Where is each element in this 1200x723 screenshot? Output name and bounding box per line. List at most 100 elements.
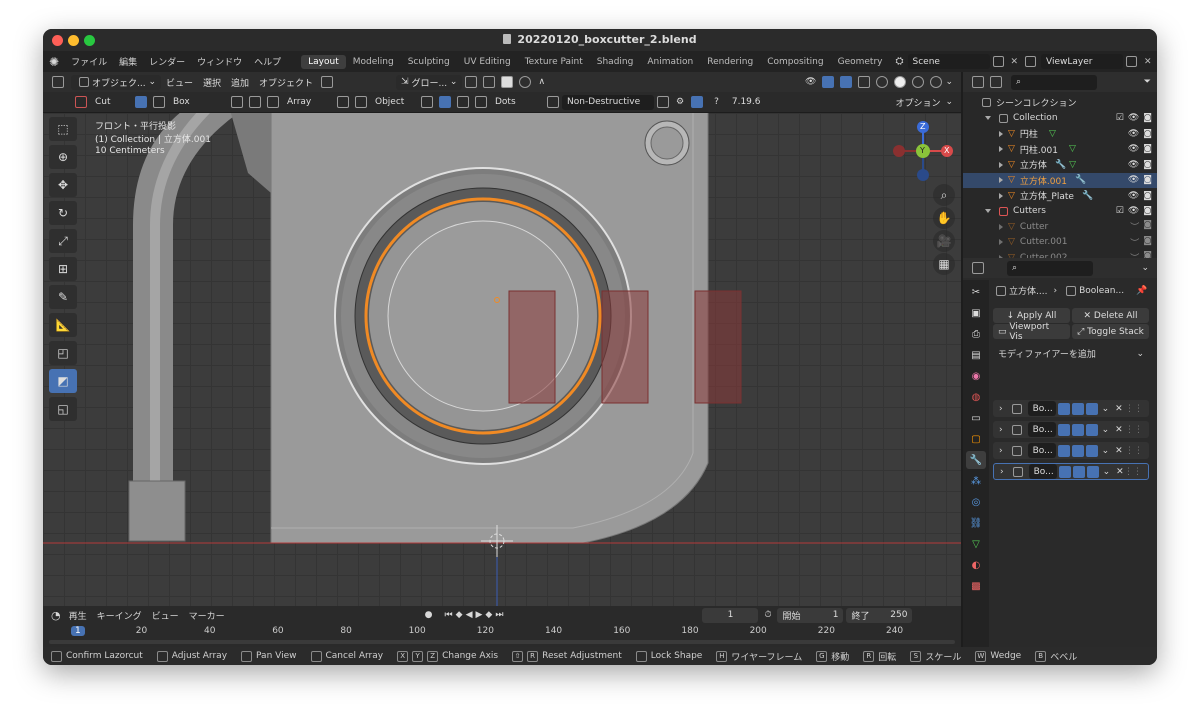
help-icon[interactable]: ? <box>714 97 719 107</box>
expand-chevron-icon[interactable]: › <box>1000 467 1004 477</box>
material-tab-icon[interactable]: ◐ <box>966 556 986 574</box>
snap-target-icon[interactable] <box>501 76 514 88</box>
marker-menu[interactable]: マーカー <box>189 609 225 622</box>
physics-tab-icon[interactable]: ◎ <box>966 493 986 511</box>
expand-icon[interactable] <box>999 239 1003 246</box>
scene-tab-icon[interactable]: ◉ <box>966 367 986 385</box>
collection-tab-icon[interactable]: ▭ <box>966 409 986 427</box>
apply-icon[interactable] <box>657 96 669 108</box>
eye-icon[interactable]: 👁 <box>1128 191 1139 201</box>
menu-edit[interactable]: 編集 <box>119 55 137 68</box>
pin-icon[interactable]: 📌 <box>1136 286 1147 296</box>
tab-animation[interactable]: Animation <box>640 55 700 69</box>
remove-modifier-icon[interactable]: ✕ <box>1115 425 1123 435</box>
modifier-panel[interactable]: › Bo... ⌄ ✕ ⋮⋮ <box>993 463 1149 480</box>
timeline-view-menu[interactable]: ビュー <box>152 609 179 622</box>
zoom-icon[interactable]: ⌕ <box>933 184 955 206</box>
modifier-menu-icon[interactable]: ⌄ <box>1102 446 1110 456</box>
knife-icon[interactable] <box>135 96 147 108</box>
render-camera-icon[interactable]: ◙ <box>1143 175 1152 185</box>
shape-selector[interactable]: Box <box>168 94 228 110</box>
expand-chevron-icon[interactable]: › <box>999 425 1003 435</box>
eye-icon[interactable]: 👁 <box>1128 206 1139 216</box>
outliner-object-row[interactable]: ▽ 円柱 ▽ 👁 ◙ <box>963 126 1157 142</box>
properties-options-icon[interactable]: ⌄ <box>1141 263 1149 273</box>
expand-icon[interactable] <box>999 161 1003 168</box>
render-camera-icon[interactable]: ◙ <box>1143 160 1152 170</box>
expand-icon[interactable] <box>999 192 1003 199</box>
collection-row[interactable]: Collection ☑ 👁 ◙ <box>963 111 1157 127</box>
drag-handle-icon[interactable]: ⋮⋮ <box>1125 425 1143 435</box>
settings-gear-icon[interactable]: ⚙ <box>676 97 684 107</box>
expand-icon[interactable] <box>985 116 991 121</box>
dots-selector[interactable]: Dots <box>490 94 544 110</box>
output-tab-icon[interactable]: ⎙ <box>966 325 986 343</box>
constraints-tab-icon[interactable]: ⛓ <box>966 514 986 532</box>
pan-hand-icon[interactable]: ✋ <box>933 207 955 229</box>
outliner-editor-icon[interactable] <box>972 76 984 88</box>
mode-selector[interactable]: オブジェク... ⌄ <box>71 74 161 90</box>
expand-icon[interactable] <box>999 130 1003 137</box>
mode-dropdown[interactable]: Non-Destructive <box>562 94 654 110</box>
grid-toggle-icon[interactable]: ▦ <box>933 253 955 275</box>
new-scene-icon[interactable] <box>992 56 1004 67</box>
expand-icon[interactable] <box>999 146 1003 153</box>
row-toggles[interactable]: ︶◙ <box>1130 236 1152 249</box>
drag-handle-icon[interactable]: ⋮⋮ <box>1125 404 1143 414</box>
render-camera-icon[interactable]: ◙ <box>1143 206 1152 216</box>
row-toggles[interactable]: 👁 ◙ <box>1128 175 1152 185</box>
object-tab-icon[interactable]: ▢ <box>966 430 986 448</box>
minimize-window-button[interactable] <box>68 35 79 46</box>
remove-scene-icon[interactable]: ✕ <box>1011 57 1019 67</box>
scene-collection-row[interactable]: シーンコレクション <box>963 95 1157 111</box>
tab-layout[interactable]: Layout <box>301 54 346 69</box>
origin-object-selector[interactable]: Object <box>370 94 418 110</box>
row-toggles[interactable]: 👁 ◙ <box>1128 129 1152 139</box>
remove-modifier-icon[interactable]: ✕ <box>1115 446 1123 456</box>
eye-icon[interactable]: 👁 <box>1128 144 1139 154</box>
render-camera-icon[interactable]: ◙ <box>1143 191 1152 201</box>
render-camera-icon[interactable]: ◙ <box>1143 236 1152 249</box>
drag-handle-icon[interactable]: ⋮⋮ <box>1125 446 1143 456</box>
row-toggles[interactable]: 👁 ◙ <box>1128 191 1152 201</box>
tab-texture-paint[interactable]: Texture Paint <box>518 55 590 69</box>
origin-icon[interactable] <box>249 96 261 108</box>
shading-material-icon[interactable] <box>912 76 925 88</box>
render-toggle-icon[interactable] <box>1085 402 1098 415</box>
tab-rendering[interactable]: Rendering <box>700 55 760 69</box>
row-toggles[interactable]: ☑ 👁 ◙ <box>1116 206 1152 216</box>
frame-ruler[interactable]: 1 20 40 60 80 100 120 140 160 180 200 220 240 <box>43 626 961 638</box>
view-layer-icon[interactable] <box>1025 56 1037 67</box>
zoom-window-button[interactable] <box>84 35 95 46</box>
modifier-menu-icon[interactable]: ⌄ <box>1102 404 1110 414</box>
shading-rendered-icon[interactable] <box>930 76 943 88</box>
render-camera-icon[interactable]: ◙ <box>1143 144 1152 154</box>
eye-icon[interactable]: 👁 <box>1128 129 1139 139</box>
checkbox-icon[interactable]: ☑ <box>1116 113 1124 123</box>
options-chevron-icon[interactable]: ⌄ <box>945 97 953 107</box>
data-tab-icon[interactable]: ▽ <box>966 535 986 553</box>
tab-shading[interactable]: Shading <box>590 55 641 69</box>
array-selector[interactable]: Array <box>282 94 334 110</box>
snap-icon[interactable] <box>483 76 496 88</box>
cursor-icon[interactable]: ⊕ <box>49 145 77 169</box>
snap-grid-icon[interactable] <box>457 96 469 108</box>
tab-modeling[interactable]: Modeling <box>346 55 401 69</box>
scene-selector[interactable]: Scene <box>907 54 990 69</box>
particles-tab-icon[interactable]: ⁂ <box>966 472 986 490</box>
modifier-tab-icon[interactable]: 🔧 <box>966 451 986 469</box>
outliner-object-row[interactable]: ▽ 立方体_Plate 🔧 👁 ◙ <box>963 188 1157 204</box>
render-toggle-icon[interactable] <box>1085 423 1098 436</box>
modifier-name-field[interactable]: Bo... <box>1027 422 1056 437</box>
tab-geometry[interactable]: Geometry <box>831 55 890 69</box>
expand-chevron-icon[interactable]: › <box>999 404 1003 414</box>
tab-compositing[interactable]: Compositing <box>760 55 830 69</box>
playback-menu[interactable]: 再生 <box>69 609 87 622</box>
current-frame-field[interactable]: 1 <box>702 607 759 623</box>
filter-icon[interactable]: ⏷ <box>1144 77 1151 87</box>
render-toggle-icon[interactable] <box>1085 444 1098 457</box>
prev-keyframe-icon[interactable]: ◆ <box>456 610 463 620</box>
render-toggle-icon[interactable] <box>1086 465 1099 478</box>
show-overlays-icon[interactable] <box>840 76 853 88</box>
falloff-icon[interactable]: ∧ <box>538 77 545 87</box>
